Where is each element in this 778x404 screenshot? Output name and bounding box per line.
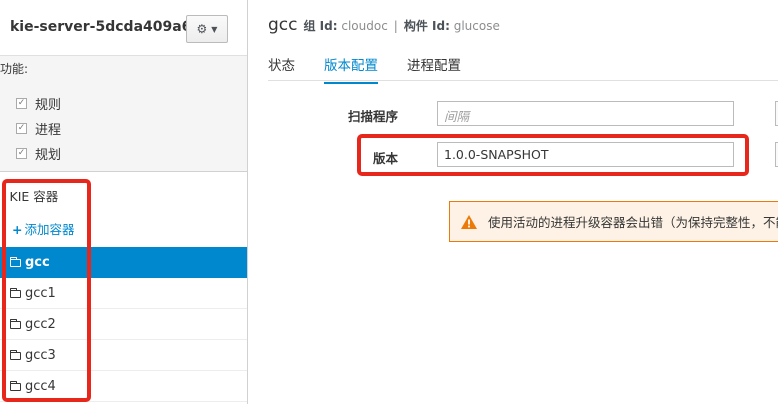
interval-input[interactable]: 间隔 — [437, 101, 734, 126]
capabilities-panel: 功能: ✓ 规则 ✓ 进程 ✓ 规划 — [0, 56, 247, 172]
container-header: gcc 组 Id: cloudoc | 构件 Id: glucose — [268, 15, 500, 35]
meta-separator: | — [393, 19, 398, 33]
server-name: kie-server-5dcda409a60b — [10, 19, 212, 35]
scanner-label: 扫描程序 — [348, 109, 399, 124]
warning-alert: 使用活动的进程升级容器会出错（为保持完整性，不能自 — [449, 201, 778, 242]
gear-icon: ⚙ — [196, 22, 208, 36]
alert-text: 使用活动的进程升级容器会出错（为保持完整性，不能自 — [488, 215, 778, 230]
server-settings-button[interactable]: ⚙ ▼ — [186, 15, 228, 43]
group-id-meta: 组 Id: cloudoc — [303, 19, 388, 33]
artifact-id-meta: 构件 Id: glucose — [403, 19, 500, 33]
checkbox-checked-icon: ✓ — [16, 123, 27, 134]
capability-label: 规划 — [35, 148, 62, 163]
checkbox-checked-icon: ✓ — [16, 98, 27, 109]
warning-icon — [461, 214, 477, 229]
page-title: gcc — [268, 15, 298, 35]
capabilities-title: 功能: — [0, 62, 29, 76]
highlight-box-version — [357, 134, 749, 176]
checkbox-checked-icon: ✓ — [16, 148, 27, 159]
capability-rules: ✓ 规则 — [16, 94, 61, 113]
capability-label: 进程 — [35, 123, 62, 138]
highlight-box-containers — [2, 179, 91, 402]
main-panel: gcc 组 Id: cloudoc | 构件 Id: glucose 状态 版本… — [249, 0, 778, 404]
capability-process: ✓ 进程 — [16, 119, 61, 138]
capability-label: 规则 — [35, 98, 62, 113]
server-header: kie-server-5dcda409a60b ⚙ ▼ — [0, 0, 247, 56]
tab-divider — [268, 80, 778, 81]
capability-planning: ✓ 规划 — [16, 144, 61, 163]
chevron-down-icon: ▼ — [211, 24, 218, 34]
